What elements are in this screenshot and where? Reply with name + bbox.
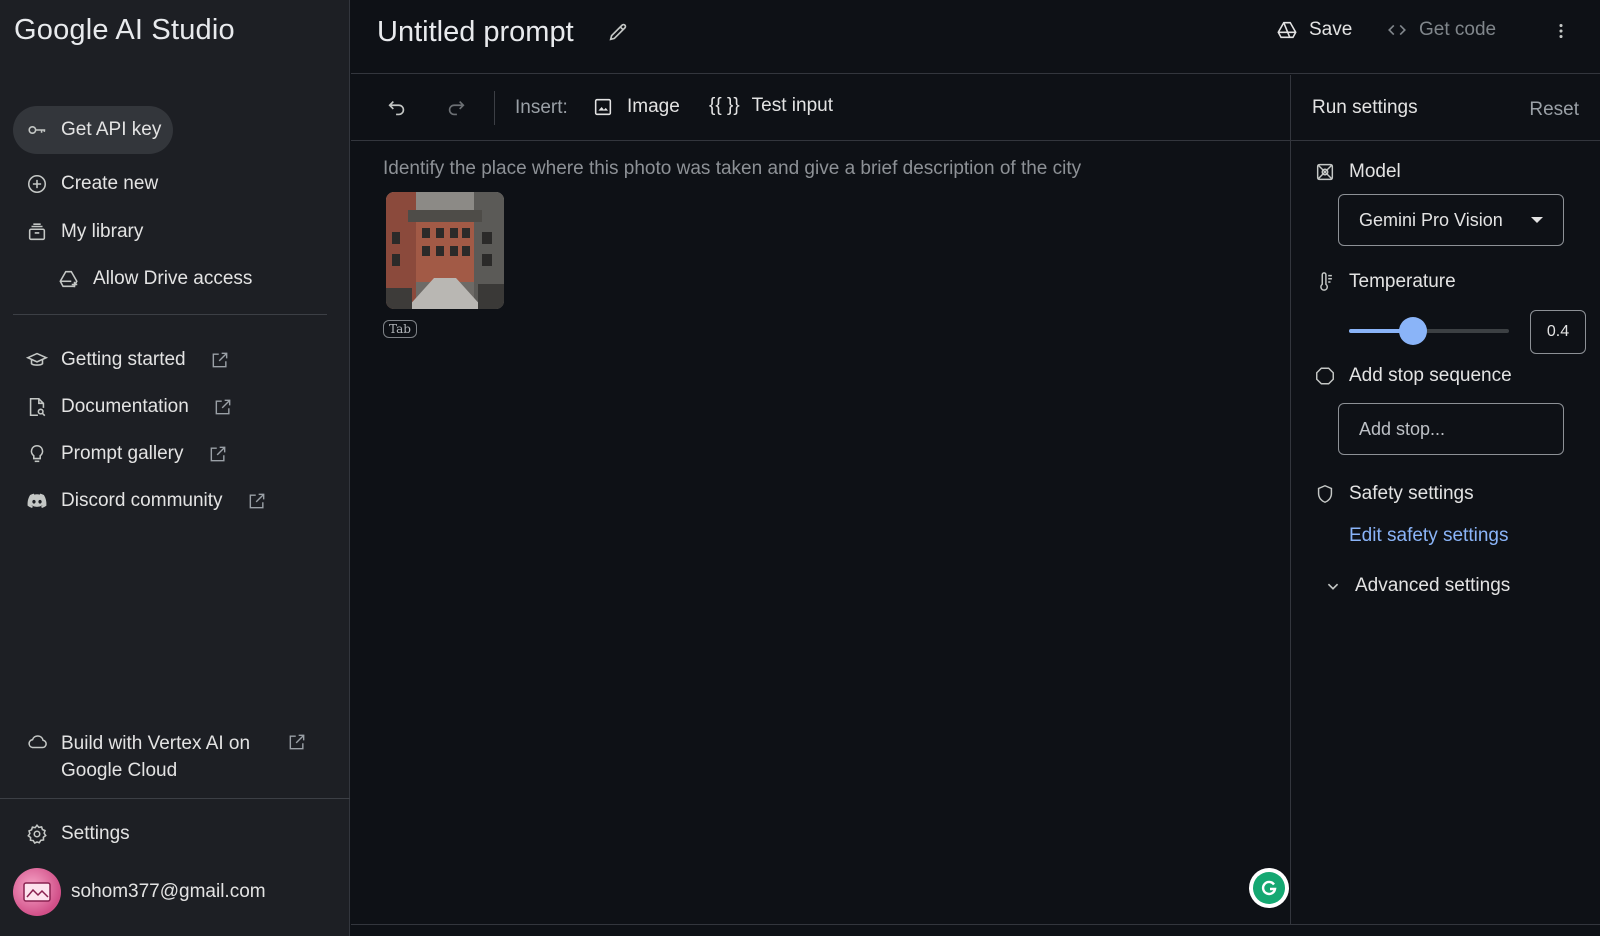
get-code-button[interactable]: Get code [1385,18,1496,42]
run-settings-header: Run settings Reset [1291,75,1600,141]
sidebar-item-label: Getting started [61,349,186,370]
sidebar-item-get-api-key[interactable]: Get API key [13,106,174,154]
insert-label: Insert: [515,97,568,118]
sidebar-item-label: Get API key [61,119,162,140]
insert-test-input-button[interactable]: {{ }} Test input [709,95,833,117]
advanced-settings-toggle[interactable]: Advanced settings [1321,574,1510,598]
run-settings-panel: Run settings Reset Model Gemini Pro Visi… [1290,75,1600,924]
account-email: sohom377@gmail.com [71,881,266,902]
page-title[interactable]: Untitled prompt [377,16,574,49]
safety-section-header: Safety settings [1313,482,1474,506]
run-settings-title: Run settings [1312,97,1418,118]
document-search-icon [25,395,49,419]
model-select-value: Gemini Pro Vision [1359,209,1503,230]
image-icon [591,95,615,119]
redo-icon[interactable] [444,96,468,120]
sidebar-item-label: My library [61,221,144,242]
account-chip[interactable]: sohom377@gmail.com [13,868,266,916]
undo-icon[interactable] [385,96,409,120]
sidebar-item-prompt-gallery[interactable]: Prompt gallery [13,430,254,478]
insert-image-button[interactable]: Image [591,95,680,119]
sidebar: Google AI Studio Get API key Create new … [0,0,350,936]
model-section-header: Model [1313,160,1401,184]
grammarly-button[interactable] [1249,868,1289,908]
open-external-icon [245,489,269,513]
sidebar-item-documentation[interactable]: Documentation [13,383,259,431]
pencil-icon[interactable] [606,20,630,44]
lightbulb-icon [25,442,49,466]
sidebar-item-create-new[interactable]: Create new [13,160,170,208]
avatar [13,868,61,916]
braces-icon: {{ }} [709,95,740,116]
shield-icon [1313,482,1337,506]
sidebar-item-vertex-ai[interactable]: Build with Vertex AI on Google Cloud [25,730,325,784]
octagon-icon [1313,364,1337,388]
sidebar-item-label: Discord community [61,490,223,511]
dropdown-arrow-icon [1531,217,1543,223]
open-external-icon [206,442,230,466]
sidebar-item-allow-drive-access[interactable]: Allow Drive access [45,255,264,303]
editor-toolbar: Insert: Image {{ }} Test input [351,75,1290,141]
sidebar-item-label: Settings [61,823,130,844]
safety-label: Safety settings [1349,483,1474,504]
sidebar-item-label: Allow Drive access [93,268,253,289]
temperature-slider[interactable] [1349,317,1509,345]
edit-safety-settings-link[interactable]: Edit safety settings [1349,525,1508,547]
model-label: Model [1349,161,1401,182]
sidebar-item-label: Build with Vertex AI on Google Cloud [61,733,251,781]
insert-image-label: Image [627,96,680,117]
tab-hint-badge: Tab [383,320,417,338]
grammarly-icon [1253,872,1285,904]
brand-logo: Google AI Studio [14,14,235,46]
toolbar-divider [494,91,495,125]
thermometer-icon [1313,270,1337,294]
insert-test-input-label: Test input [751,95,833,116]
discord-icon [25,489,49,513]
drive-add-icon [57,267,81,291]
bottom-divider [351,924,1600,925]
temperature-label: Temperature [1349,271,1456,292]
temperature-section-header: Temperature [1313,270,1456,294]
sidebar-item-getting-started[interactable]: Getting started [13,336,256,384]
library-icon [25,220,49,244]
get-code-label: Get code [1419,19,1497,40]
sidebar-item-discord-community[interactable]: Discord community [13,477,293,525]
save-label: Save [1309,19,1353,40]
stop-sequence-label: Add stop sequence [1349,365,1512,386]
open-external-icon [285,730,309,754]
open-external-icon [211,395,235,419]
model-select[interactable]: Gemini Pro Vision [1338,194,1564,246]
sidebar-item-label: Documentation [61,396,189,417]
model-icon [1313,160,1337,184]
add-circle-icon [25,172,49,196]
chevron-down-icon [1321,574,1345,598]
key-icon [25,118,49,142]
save-button[interactable]: Save [1275,18,1352,42]
reset-button[interactable]: Reset [1529,99,1579,121]
gear-icon [25,822,49,846]
sidebar-item-label: Create new [61,173,159,194]
stop-sequence-input[interactable] [1338,403,1564,455]
header: Untitled prompt Save Get code [351,0,1600,74]
sidebar-divider [0,798,350,799]
advanced-settings-label: Advanced settings [1355,575,1511,596]
sidebar-item-label: Prompt gallery [61,443,184,464]
sidebar-divider [13,314,327,315]
sidebar-item-settings[interactable]: Settings [13,810,142,858]
sidebar-item-my-library[interactable]: My library [13,208,155,256]
prompt-text[interactable]: Identify the place where this photo was … [383,158,1081,180]
temperature-value-input[interactable]: 0.4 [1530,310,1586,354]
cloud-icon [25,730,49,754]
open-external-icon [208,348,232,372]
drive-icon [1275,18,1299,42]
more-vert-icon[interactable] [1549,19,1573,43]
attached-image-thumbnail[interactable] [386,192,504,309]
school-icon [25,348,49,372]
code-icon [1385,18,1409,42]
stop-sequence-section-header: Add stop sequence [1313,364,1512,388]
prompt-editor[interactable]: Identify the place where this photo was … [351,142,1290,924]
temperature-slider-handle[interactable] [1399,317,1427,345]
